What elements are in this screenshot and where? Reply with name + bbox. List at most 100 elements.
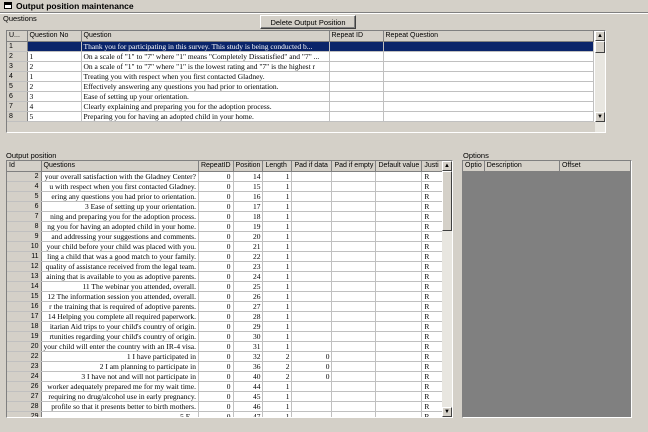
pad-if-empty-cell[interactable] [331, 181, 377, 192]
row-indicator-cell[interactable]: 1 [7, 41, 28, 52]
justify-cell[interactable]: R [421, 371, 445, 382]
repeat-question-cell[interactable] [383, 91, 594, 102]
pad-if-data-cell[interactable] [291, 401, 333, 412]
pad-if-empty-cell[interactable] [331, 411, 377, 417]
column-header-question-no[interactable]: Question No [27, 31, 82, 42]
id-cell[interactable]: 20 [7, 341, 42, 352]
pad-if-data-cell[interactable] [291, 191, 333, 202]
column-header-pad-if-data[interactable]: Pad if data [291, 161, 333, 172]
repeat-id-cell[interactable]: 0 [198, 211, 234, 222]
length-cell[interactable]: 1 [262, 341, 293, 352]
pad-if-empty-cell[interactable] [331, 321, 377, 332]
pad-if-data-cell[interactable] [291, 301, 333, 312]
table-row[interactable]: 27 requiring no drug/alcohol use in early… [7, 391, 445, 402]
row-indicator-cell[interactable]: 2 [7, 51, 28, 62]
questions-cell[interactable]: u with respect when you first contacted … [41, 181, 199, 192]
table-row[interactable]: 16 r the training that is required of ado… [7, 301, 445, 312]
questions-cell[interactable]: requiring no drug/alcohol use in early p… [41, 391, 199, 402]
pad-if-data-cell[interactable]: 0 [291, 371, 333, 382]
length-cell[interactable]: 1 [262, 251, 293, 262]
table-row[interactable]: 5 2 Effectively answering any questions yo… [7, 81, 594, 92]
position-cell[interactable]: 31 [233, 341, 264, 352]
length-cell[interactable]: 1 [262, 271, 293, 282]
justify-cell[interactable]: R [421, 291, 445, 302]
scroll-down-arrow-icon[interactable]: ▼ [595, 112, 605, 122]
table-row[interactable]: 2 your overall satisfaction with the Glad… [7, 171, 445, 182]
pad-if-empty-cell[interactable] [331, 241, 377, 252]
default-value-cell[interactable] [375, 341, 423, 352]
questions-cell[interactable]: 12 The information session you attended,… [41, 291, 199, 302]
position-cell[interactable]: 21 [233, 241, 264, 252]
position-cell[interactable]: 24 [233, 271, 264, 282]
position-cell[interactable]: 46 [233, 401, 264, 412]
position-cell[interactable]: 29 [233, 321, 264, 332]
repeat-id-cell[interactable]: 0 [198, 411, 234, 417]
row-indicator-cell[interactable]: 8 [7, 111, 28, 122]
repeat-id-cell[interactable]: 0 [198, 361, 234, 372]
column-header-question[interactable]: Question [81, 31, 330, 42]
position-cell[interactable]: 32 [233, 351, 264, 362]
justify-cell[interactable]: R [421, 261, 445, 272]
table-row[interactable]: 14 11 The webinar you attended, overall. 0… [7, 281, 445, 292]
question-no-cell[interactable]: 2 [27, 81, 82, 92]
repeat-id-cell[interactable]: 0 [198, 331, 234, 342]
default-value-cell[interactable] [375, 181, 423, 192]
id-cell[interactable]: 2 [7, 171, 42, 182]
length-cell[interactable]: 1 [262, 281, 293, 292]
pad-if-empty-cell[interactable] [331, 221, 377, 232]
justify-cell[interactable]: R [421, 201, 445, 212]
output-position-grid[interactable]: Id Questions RepeatID Position Length Pa… [6, 160, 453, 418]
pad-if-empty-cell[interactable] [331, 341, 377, 352]
position-cell[interactable]: 30 [233, 331, 264, 342]
default-value-cell[interactable] [375, 231, 423, 242]
table-row[interactable]: 5 ering any questions you had prior to or… [7, 191, 445, 202]
repeat-id-cell[interactable]: 0 [198, 271, 234, 282]
position-cell[interactable]: 27 [233, 301, 264, 312]
default-value-cell[interactable] [375, 311, 423, 322]
length-cell[interactable]: 1 [262, 301, 293, 312]
length-cell[interactable]: 1 [262, 411, 293, 417]
position-cell[interactable]: 15 [233, 181, 264, 192]
id-cell[interactable]: 27 [7, 391, 42, 402]
pad-if-empty-cell[interactable] [331, 191, 377, 202]
question-cell[interactable]: Clearly explaining and preparing you for… [81, 101, 330, 112]
pad-if-empty-cell[interactable] [331, 171, 377, 182]
questions-cell[interactable]: 14 Helping you complete all required pap… [41, 311, 199, 322]
repeat-id-cell[interactable]: 0 [198, 241, 234, 252]
table-row[interactable]: 15 12 The information session you attende… [7, 291, 445, 302]
table-row[interactable]: 13 aining that is available to you as ado… [7, 271, 445, 282]
table-row[interactable]: 4u with respect when you first contacted… [7, 181, 445, 192]
id-cell[interactable]: 7 [7, 211, 42, 222]
pad-if-data-cell[interactable] [291, 231, 333, 242]
id-cell[interactable]: 4 [7, 181, 42, 192]
scroll-down-arrow-icon[interactable]: ▼ [442, 407, 452, 417]
pad-if-data-cell[interactable] [291, 211, 333, 222]
id-cell[interactable]: 14 [7, 281, 42, 292]
column-header-repeatid[interactable]: RepeatID [198, 161, 234, 172]
repeat-id-cell[interactable]: 0 [198, 231, 234, 242]
repeat-question-cell[interactable] [383, 101, 594, 112]
id-cell[interactable]: 17 [7, 311, 42, 322]
id-cell[interactable]: 29 [7, 411, 42, 417]
pad-if-empty-cell[interactable] [331, 371, 377, 382]
justify-cell[interactable]: R [421, 191, 445, 202]
pad-if-data-cell[interactable] [291, 181, 333, 192]
question-no-cell[interactable]: 5 [27, 111, 82, 122]
pad-if-data-cell[interactable] [291, 391, 333, 402]
column-header-description[interactable]: Description [484, 161, 560, 172]
position-cell[interactable]: 22 [233, 251, 264, 262]
pad-if-empty-cell[interactable] [331, 381, 377, 392]
justify-cell[interactable]: R [421, 411, 445, 417]
question-cell[interactable]: Effectively answering any questions you … [81, 81, 330, 92]
question-cell[interactable]: Ease of setting up your orientation. [81, 91, 330, 102]
justify-cell[interactable]: R [421, 281, 445, 292]
pad-if-data-cell[interactable] [291, 271, 333, 282]
column-header-u[interactable]: U... [7, 31, 28, 42]
length-cell[interactable]: 1 [262, 171, 293, 182]
justify-cell[interactable]: R [421, 241, 445, 252]
pad-if-data-cell[interactable] [291, 291, 333, 302]
id-cell[interactable]: 16 [7, 301, 42, 312]
position-cell[interactable]: 18 [233, 211, 264, 222]
length-cell[interactable]: 1 [262, 331, 293, 342]
row-indicator-cell[interactable]: 7 [7, 101, 28, 112]
